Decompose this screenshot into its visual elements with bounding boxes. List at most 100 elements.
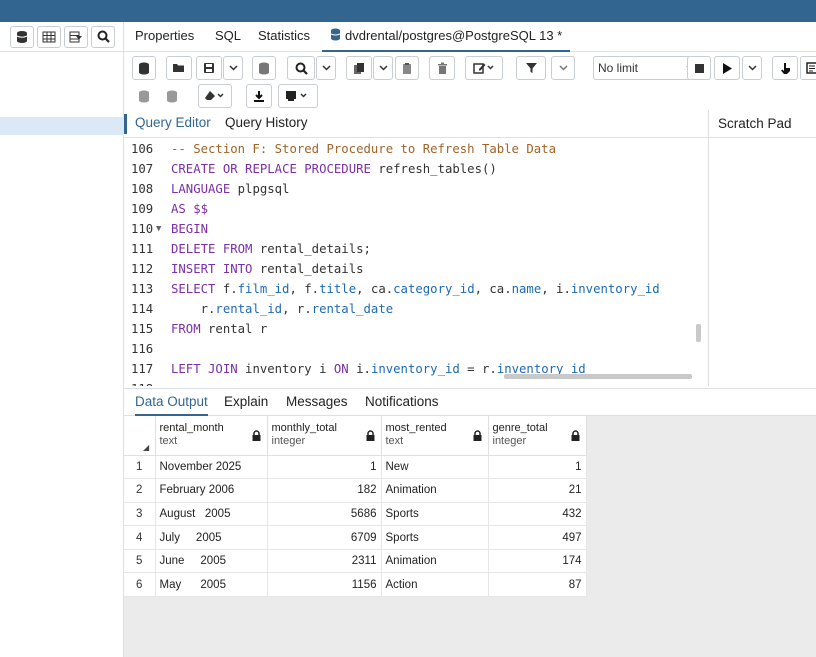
row-number[interactable]: 3 (124, 502, 156, 527)
clear-icon[interactable] (198, 84, 232, 108)
cell-most-rented[interactable]: Animation (381, 478, 489, 503)
code-line[interactable]: AS $$ (171, 199, 208, 219)
row-number[interactable]: 4 (124, 525, 156, 550)
table-row[interactable]: 3 August 2005 5686 Sports 432 (124, 502, 587, 527)
cell-genre-total[interactable]: 1 (488, 455, 587, 480)
table-row[interactable]: 5 June 2005 2311 Animation 174 (124, 549, 587, 574)
row-number-header[interactable]: ◢ (124, 416, 156, 456)
tab-query-editor[interactable]: Query Editor (135, 110, 211, 138)
tab-explain[interactable]: Explain (224, 389, 268, 416)
code-line[interactable]: SELECT f.film_id, f.title, ca.category_i… (171, 279, 660, 299)
filter-icon[interactable] (516, 56, 546, 80)
macros-icon[interactable] (278, 84, 318, 108)
search-icon[interactable] (91, 25, 115, 48)
column-type: text (159, 435, 178, 447)
editor-horizontal-scrollbar[interactable] (504, 374, 692, 379)
copy-options-chevron-icon[interactable] (373, 56, 393, 80)
execute-options-chevron-icon[interactable] (742, 56, 762, 80)
explain-analyze-icon[interactable] (800, 56, 816, 80)
cell-genre-total[interactable]: 87 (488, 572, 587, 598)
column-header-most-rented[interactable]: most_rented text (381, 416, 489, 456)
tab-sql[interactable]: SQL (215, 22, 241, 52)
delete-icon[interactable] (429, 56, 455, 80)
save-icon[interactable] (196, 56, 222, 80)
row-number[interactable]: 2 (124, 478, 156, 503)
stop-icon[interactable] (687, 56, 711, 80)
line-number: 111 (131, 242, 154, 256)
explain-icon[interactable] (772, 56, 798, 80)
tab-data-output[interactable]: Data Output (135, 389, 208, 416)
selected-tree-item[interactable] (0, 117, 124, 135)
cell-rental-month[interactable]: February 2006 (155, 478, 268, 503)
cell-monthly-total[interactable]: 2311 (267, 549, 382, 574)
tab-query-history[interactable]: Query History (225, 110, 308, 138)
execute-icon[interactable] (714, 56, 740, 80)
cell-monthly-total[interactable]: 182 (267, 478, 382, 503)
cell-most-rented[interactable]: Animation (381, 549, 489, 574)
table-row[interactable]: 6 May 2005 1156 Action 87 (124, 572, 587, 598)
cell-most-rented[interactable]: Sports (381, 502, 489, 527)
column-header-genre-total[interactable]: genre_total integer (488, 416, 587, 456)
cell-genre-total[interactable]: 497 (488, 525, 587, 550)
filtered-rows-icon[interactable] (64, 25, 88, 48)
code-line[interactable]: r.rental_id, r.rental_date (171, 299, 394, 319)
title-bar (0, 0, 816, 22)
code-line[interactable]: BEGIN (171, 219, 208, 239)
tab-statistics[interactable]: Statistics (258, 22, 310, 52)
database-icon[interactable] (10, 25, 34, 48)
line-number: 109 (131, 202, 154, 216)
editor-vertical-scrollbar[interactable] (696, 324, 701, 342)
copy-icon[interactable] (346, 56, 372, 80)
table-row[interactable]: 4 July 2005 6709 Sports 497 (124, 525, 587, 550)
tab-query-tool[interactable]: dvdrental/postgres@PostgreSQL 13 * (322, 22, 571, 52)
save-data-icon[interactable] (252, 56, 276, 80)
table-row[interactable]: 1 November 2025 1 New 1 (124, 455, 587, 480)
cell-rental-month[interactable]: July 2005 (155, 525, 268, 550)
fold-arrow-icon[interactable]: ▼ (156, 219, 161, 239)
cell-monthly-total[interactable]: 1 (267, 455, 382, 480)
row-number[interactable]: 1 (124, 455, 156, 480)
column-header-monthly-total[interactable]: monthly_total integer (267, 416, 382, 456)
cell-rental-month[interactable]: June 2005 (155, 549, 268, 574)
cell-genre-total[interactable]: 21 (488, 478, 587, 503)
code-line[interactable]: INSERT INTO rental_details (171, 259, 364, 279)
cell-monthly-total[interactable]: 5686 (267, 502, 382, 527)
object-explorer-icon[interactable] (132, 56, 156, 80)
cell-monthly-total[interactable]: 6709 (267, 525, 382, 550)
find-options-chevron-icon[interactable] (316, 56, 336, 80)
lock-icon (571, 430, 580, 444)
cell-rental-month[interactable]: August 2005 (155, 502, 268, 527)
cell-most-rented[interactable]: Sports (381, 525, 489, 550)
sql-editor[interactable]: 106 -- Section F: Stored Procedure to Ref… (124, 138, 708, 386)
cell-genre-total[interactable]: 432 (488, 502, 587, 527)
find-icon[interactable] (287, 56, 315, 80)
tab-properties[interactable]: Properties (135, 22, 194, 52)
row-number[interactable]: 5 (124, 549, 156, 574)
cell-rental-month[interactable]: May 2005 (155, 572, 268, 598)
tab-notifications[interactable]: Notifications (365, 389, 439, 416)
row-number[interactable]: 6 (124, 572, 156, 598)
open-file-icon[interactable] (166, 56, 192, 80)
commit-icon[interactable] (132, 84, 156, 108)
column-header-rental-month[interactable]: rental_month text (155, 416, 268, 456)
paste-row-icon[interactable] (395, 56, 419, 80)
cell-rental-month[interactable]: November 2025 (155, 455, 268, 480)
line-number: 117 (131, 362, 154, 376)
download-icon[interactable] (246, 84, 272, 108)
code-line[interactable]: LANGUAGE plpgsql (171, 179, 289, 199)
filter-options-chevron-icon[interactable] (551, 56, 575, 80)
code-line[interactable]: -- Section F: Stored Procedure to Refres… (171, 139, 556, 159)
save-options-chevron-icon[interactable] (223, 56, 243, 80)
cell-genre-total[interactable]: 174 (488, 549, 587, 574)
cell-monthly-total[interactable]: 1156 (267, 572, 382, 598)
table-icon[interactable] (37, 25, 61, 48)
code-line[interactable]: CREATE OR REPLACE PROCEDURE refresh_tabl… (171, 159, 497, 179)
code-line[interactable]: FROM rental r (171, 319, 267, 339)
cell-most-rented[interactable]: New (381, 455, 489, 480)
table-row[interactable]: 2 February 2006 182 Animation 21 (124, 478, 587, 503)
cell-most-rented[interactable]: Action (381, 572, 489, 598)
rollback-icon[interactable] (160, 84, 184, 108)
edit-icon[interactable] (465, 56, 503, 80)
code-line[interactable]: DELETE FROM rental_details; (171, 239, 371, 259)
tab-messages[interactable]: Messages (286, 389, 348, 416)
